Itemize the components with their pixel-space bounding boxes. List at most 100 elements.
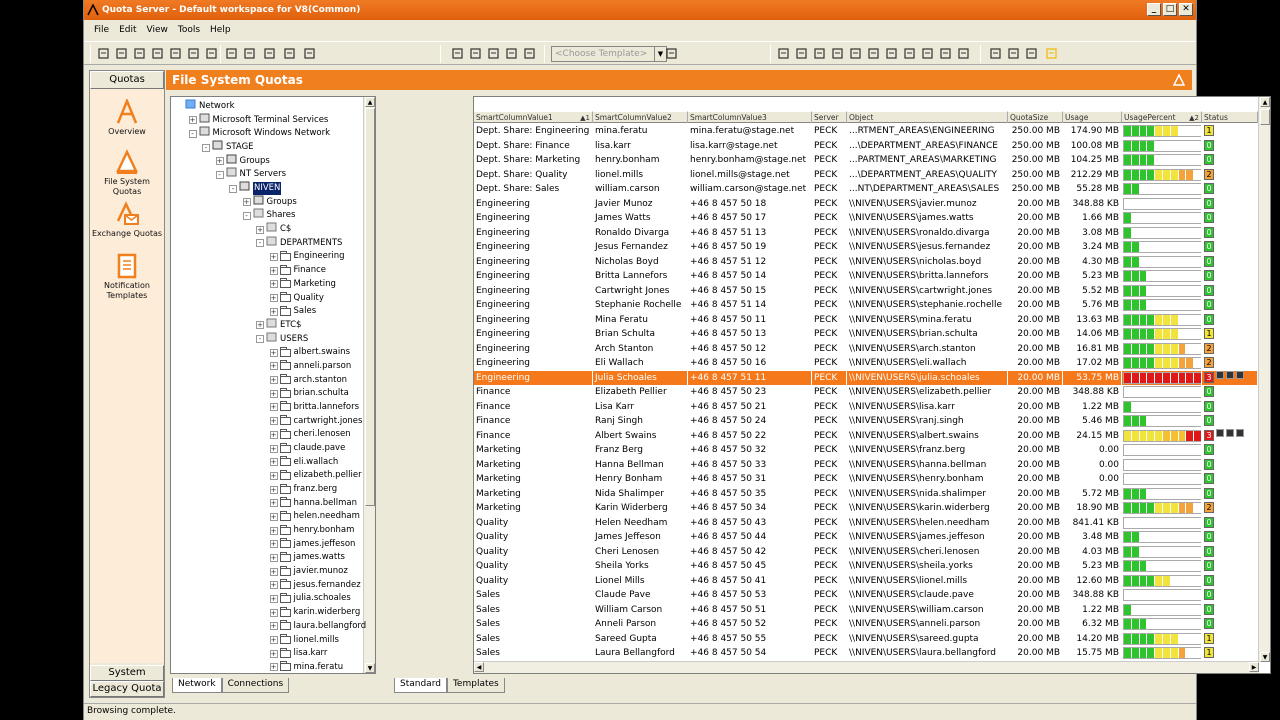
column-header[interactable]: SmartColumnValue2 [593,111,688,123]
template-select[interactable]: <Choose Template> ▼ [551,46,667,62]
expand-toggle-icon[interactable]: + [269,526,278,535]
tree-node[interactable]: + james.jeffeson [269,538,355,551]
tree-node[interactable]: + Sales [269,305,316,318]
tree-node[interactable]: + jesus.fernandez [269,579,361,592]
tree-node[interactable]: + claude.pave [269,442,345,455]
table-row[interactable]: Marketing Karin Widerberg +46 8 457 50 34 P… [474,501,1258,516]
move-button[interactable] [938,46,953,61]
expand-toggle-icon[interactable]: + [269,389,278,398]
tab-templates[interactable]: Templates [446,678,505,693]
tree-node[interactable]: + helen.needham [269,510,360,523]
nav-item-notification-templates[interactable]: Notification Templates [90,253,164,301]
column-header[interactable]: UsagePercent ▲2 [1122,111,1202,123]
expand-toggle-icon[interactable]: + [269,430,278,439]
tab-network[interactable]: Network [172,678,222,693]
action-icon[interactable] [1226,428,1234,437]
tree-node[interactable]: - Microsoft Windows Network [188,126,330,140]
nav-item-file-system-quotas[interactable]: File System Quotas [90,149,164,197]
tree-node[interactable]: + albert.swains [269,346,350,359]
expand-toggle-icon[interactable]: + [269,499,278,508]
db-button[interactable] [1006,46,1021,61]
action-icon[interactable] [1216,428,1224,437]
tree-node[interactable]: + Groups [242,195,297,209]
tree-node[interactable]: + Groups [215,154,270,168]
cross-button[interactable] [956,46,971,61]
table-row[interactable]: Quality Lionel Mills +46 8 457 50 41 PECK \\… [474,573,1258,588]
tree-node[interactable]: + Quality [269,292,324,305]
open-button[interactable] [114,46,129,61]
table-row[interactable]: Marketing Franz Berg +46 8 457 50 32 PECK \\… [474,443,1258,458]
menu-file[interactable]: File [94,25,109,35]
template-edit-button[interactable] [664,46,679,61]
expand-toggle-icon[interactable]: + [269,636,278,645]
grid-button[interactable] [168,46,183,61]
copy-button[interactable] [468,46,483,61]
table-row[interactable]: Engineering Brian Schulta +46 8 457 50 13 P… [474,327,1258,342]
scroll-down-icon[interactable]: ▼ [365,663,375,673]
table-row[interactable]: Quality Helen Needham +46 8 457 50 43 PECK \… [474,515,1258,530]
tree-node[interactable]: - NT Servers [215,167,286,181]
expand-toggle-icon[interactable]: + [269,348,278,357]
lock-button[interactable] [848,46,863,61]
table-row[interactable]: Engineering Ronaldo Divarga +46 8 457 51 1… [474,225,1258,240]
grid-vertical-scrollbar[interactable]: ▲ ▼ [1258,97,1270,662]
table-row[interactable]: Sales Claude Pave +46 8 457 50 53 PECK \\NIV… [474,588,1258,603]
table-row[interactable]: Engineering Eli Wallach +46 8 457 50 16 PEC… [474,356,1258,371]
nav-item-exchange-quotas[interactable]: Exchange Quotas [90,201,164,239]
tree-node[interactable]: + arch.stanton [269,374,347,387]
tree-node[interactable]: + cartwright.jones [269,415,362,428]
expand-toggle-icon[interactable]: + [188,116,197,125]
tree-node[interactable]: - Shares [242,208,295,222]
trash-button[interactable] [866,46,881,61]
nav-legacy-quota-button[interactable]: Legacy Quota [90,681,164,697]
tree-node[interactable]: + james.watts [269,551,345,564]
table-row[interactable]: Quality Sheila Yorks +46 8 457 50 45 PECK \\… [474,559,1258,574]
column-header[interactable]: Usage [1063,111,1122,123]
filter-button[interactable] [242,46,257,61]
column-header[interactable]: SmartColumnValue3 [688,111,812,123]
undo-button[interactable] [776,46,791,61]
hand-button[interactable] [884,46,899,61]
action-icon[interactable] [1216,370,1224,379]
table-row[interactable]: Marketing Nida Shalimper +46 8 457 50 35 PE… [474,486,1258,501]
expand-toggle-icon[interactable]: + [269,376,278,385]
table-row[interactable]: Sales Sareed Gupta +46 8 457 50 55 PECK \\NI… [474,631,1258,646]
table-row[interactable]: Quality James Jeffeson +46 8 457 50 44 PECK… [474,530,1258,545]
tab-connections[interactable]: Connections [221,678,290,693]
column-header[interactable]: SmartColumnValue1 ▲1 [474,111,593,123]
menu-edit[interactable]: Edit [119,25,136,35]
expand-toggle-icon[interactable]: + [269,294,278,303]
page-button[interactable] [450,46,465,61]
action-icon[interactable] [1236,428,1244,437]
tree-node[interactable]: - NIVEN [229,181,282,196]
table-row[interactable]: Engineering Javier Munoz +46 8 457 50 18 PE… [474,196,1258,211]
table-row[interactable]: Quality Cheri Lenosen +46 8 457 50 42 PECK \… [474,544,1258,559]
expand-toggle-icon[interactable]: + [269,362,278,371]
expand-toggle-icon[interactable]: - [215,170,224,179]
tree-node[interactable]: + lionel.mills [269,634,339,647]
table-row[interactable]: Marketing Hanna Bellman +46 8 457 50 33 PEC… [474,457,1258,472]
tree-node[interactable]: + julia.schoales [269,592,351,605]
table-row[interactable]: Dept. Share: Engineering mina.feratu mina.… [474,124,1258,139]
column-header[interactable]: Status [1202,111,1258,123]
tree-node[interactable]: + brian.schulta [269,387,349,400]
tree-node[interactable]: - USERS [256,332,308,346]
table-row[interactable]: Dept. Share: Quality lionel.mills lionel.m… [474,167,1258,182]
expand-toggle-icon[interactable]: + [269,266,278,275]
cut-button[interactable] [504,46,519,61]
scroll-thumb[interactable] [365,108,375,506]
table-row[interactable]: Dept. Share: Sales william.carson william.… [474,182,1258,197]
tree-node[interactable]: - STAGE [202,140,254,154]
expand-toggle-icon[interactable]: + [269,280,278,289]
expand-toggle-icon[interactable]: + [256,225,264,234]
tree-vertical-scrollbar[interactable]: ▲ ▼ [363,97,375,673]
expand-toggle-icon[interactable]: - [229,184,237,193]
expand-toggle-icon[interactable]: + [242,198,251,207]
delete-button[interactable] [224,46,239,61]
menu-tools[interactable]: Tools [178,25,200,35]
action-icon[interactable] [1226,370,1234,379]
columns-button[interactable] [186,46,201,61]
expand-toggle-icon[interactable]: + [256,321,264,330]
table-row[interactable]: Engineering Stephanie Rochelle +46 8 457 5… [474,298,1258,313]
tree-node[interactable]: + Finance [269,264,326,277]
